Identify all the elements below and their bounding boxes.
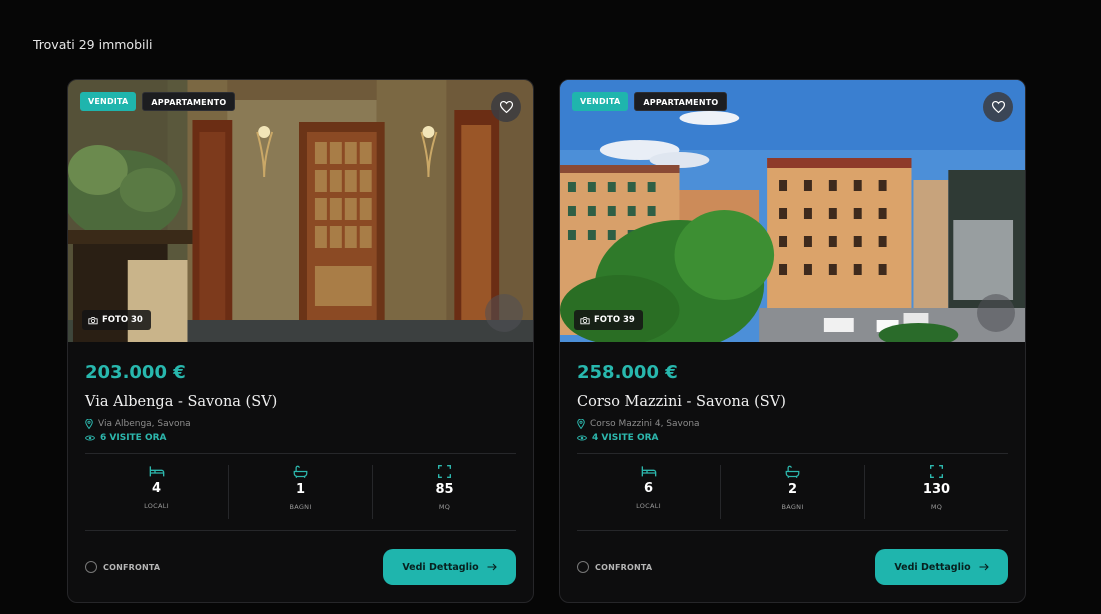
listing-address: Corso Mazzini 4, Savona (577, 419, 1008, 429)
bathtub-icon (293, 465, 308, 478)
compare-toggle[interactable]: CONFRONTA (577, 561, 652, 573)
arrow-right-icon (979, 563, 989, 571)
eye-icon (577, 435, 587, 441)
results-count: Trovati 29 immobili (33, 37, 153, 52)
listing-title[interactable]: Corso Mazzini - Savona (SV) (577, 394, 1008, 410)
agency-watermark (977, 294, 1015, 332)
compare-radio[interactable] (85, 561, 97, 573)
visits-text: 6 VISITE ORA (100, 433, 167, 443)
camera-icon (88, 316, 98, 324)
map-pin-icon (577, 419, 585, 429)
heart-icon (991, 101, 1005, 113)
photo-count-badge[interactable]: FOTO 30 (82, 310, 151, 330)
compare-radio[interactable] (577, 561, 589, 573)
detail-button-label: Vedi Dettaglio (894, 561, 971, 573)
visits-text: 4 VISITE ORA (592, 433, 659, 443)
listing-photo[interactable]: VENDITA APPARTAMENTO FOTO 39 (560, 80, 1025, 342)
stat-label: MQ (930, 503, 943, 511)
stat-value: 2 (787, 482, 798, 497)
address-text: Corso Mazzini 4, Savona (590, 419, 700, 429)
stat-label: LOCALI (144, 502, 169, 510)
stat-rooms: 6 LOCALI (577, 465, 720, 519)
stat-rooms: 4 LOCALI (85, 465, 228, 519)
stat-label: BAGNI (289, 503, 312, 511)
stat-baths: 2 BAGNI (720, 465, 864, 519)
bathtub-icon (785, 465, 800, 478)
street-photo (560, 80, 1025, 342)
listing-price: 258.000 € (577, 362, 678, 383)
listing-address: Via Albenga, Savona (85, 419, 516, 429)
agency-watermark (485, 294, 523, 332)
bed-icon (641, 466, 656, 477)
live-visits: 4 VISITE ORA (577, 433, 1008, 443)
stat-area: 130 MQ (864, 465, 1008, 519)
listing-price: 203.000 € (85, 362, 186, 383)
detail-button-label: Vedi Dettaglio (402, 561, 479, 573)
stat-value: 85 (435, 482, 454, 497)
stat-area: 85 MQ (372, 465, 516, 519)
view-detail-button[interactable]: Vedi Dettaglio (383, 549, 516, 585)
stat-baths: 1 BAGNI (228, 465, 372, 519)
camera-icon (580, 316, 590, 324)
area-icon (438, 465, 451, 478)
stat-label: MQ (438, 503, 451, 511)
favorite-button[interactable] (983, 92, 1013, 122)
listing-stats: 6 LOCALI 2 BAGNI 130 MQ (577, 453, 1008, 531)
stat-label: BAGNI (781, 503, 804, 511)
photo-count-label: FOTO 39 (594, 315, 635, 325)
bed-icon (149, 466, 164, 477)
listing-card[interactable]: VENDITA APPARTAMENTO FOTO 30 203.000 € V… (67, 79, 534, 603)
area-icon (930, 465, 943, 478)
listing-stats: 4 LOCALI 1 BAGNI 85 MQ (85, 453, 516, 531)
eye-icon (85, 435, 95, 441)
stat-label: LOCALI (636, 502, 661, 510)
stat-value: 6 (643, 481, 654, 496)
stat-value: 4 (151, 481, 162, 496)
arrow-right-icon (487, 563, 497, 571)
interior-photo (68, 80, 533, 342)
listing-card[interactable]: VENDITA APPARTAMENTO FOTO 39 258.000 € C… (559, 79, 1026, 603)
stat-value: 1 (295, 482, 306, 497)
listing-title[interactable]: Via Albenga - Savona (SV) (85, 394, 516, 410)
photo-count-label: FOTO 30 (102, 315, 143, 325)
map-pin-icon (85, 419, 93, 429)
property-type-badge: APPARTAMENTO (142, 92, 236, 111)
live-visits: 6 VISITE ORA (85, 433, 516, 443)
photo-count-badge[interactable]: FOTO 39 (574, 310, 643, 330)
view-detail-button[interactable]: Vedi Dettaglio (875, 549, 1008, 585)
compare-label: CONFRONTA (595, 562, 653, 572)
heart-icon (499, 101, 513, 113)
sale-badge: VENDITA (80, 92, 137, 111)
favorite-button[interactable] (491, 92, 521, 122)
address-text: Via Albenga, Savona (98, 419, 191, 429)
compare-label: CONFRONTA (103, 562, 161, 572)
sale-badge: VENDITA (572, 92, 629, 111)
stat-value: 130 (922, 482, 951, 497)
listing-photo[interactable]: VENDITA APPARTAMENTO FOTO 30 (68, 80, 533, 342)
property-type-badge: APPARTAMENTO (634, 92, 728, 111)
compare-toggle[interactable]: CONFRONTA (85, 561, 160, 573)
